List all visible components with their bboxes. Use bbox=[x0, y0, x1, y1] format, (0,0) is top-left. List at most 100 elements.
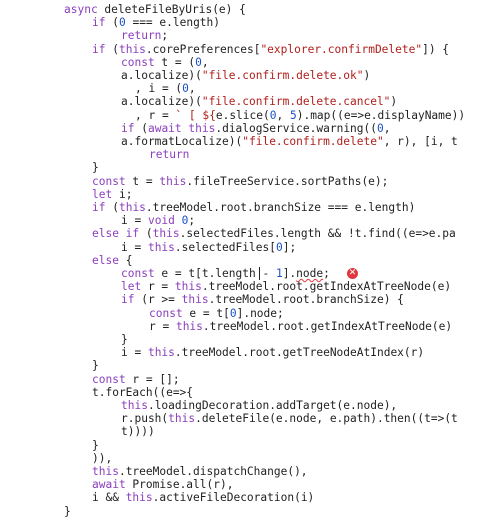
code-line[interactable]: a.formatLocalize)("file.confirm.delete",… bbox=[121, 135, 458, 148]
code-editor[interactable]: async deleteFileByUris(e) {if (0 === e.l… bbox=[0, 0, 484, 520]
code-line[interactable]: } bbox=[92, 439, 99, 452]
code-token: { bbox=[125, 253, 133, 267]
code-token: } bbox=[92, 161, 99, 175]
code-line[interactable]: } bbox=[92, 161, 99, 174]
code-line[interactable]: t)))) bbox=[121, 425, 155, 438]
code-token: 5 bbox=[289, 108, 297, 122]
code-line[interactable]: const t = this.fileTreeService.sortPaths… bbox=[92, 175, 388, 188]
code-line[interactable]: const t = (0, bbox=[121, 56, 209, 69]
code-token: ( bbox=[112, 201, 119, 214]
code-line[interactable]: else if (this.selectedFiles.length && !t… bbox=[92, 227, 456, 240]
code-token: , r = bbox=[135, 108, 176, 122]
code-token: "file.confirm.delete" bbox=[242, 135, 384, 148]
code-line[interactable]: i && this.activeFileDecoration(i) bbox=[92, 491, 314, 504]
code-line[interactable]: } bbox=[121, 333, 128, 346]
code-token: ` [ ${ bbox=[175, 108, 216, 122]
code-line[interactable]: i = this.treeModel.root.getTreeNodeAtInd… bbox=[121, 346, 424, 359]
code-token: async bbox=[64, 3, 105, 16]
code-token: (r >= bbox=[141, 293, 182, 307]
code-line[interactable]: if (0 === e.length) bbox=[92, 16, 220, 29]
code-token: this bbox=[92, 465, 119, 478]
error-x-icon[interactable]: ✕ bbox=[347, 268, 358, 279]
code-line[interactable]: } bbox=[92, 359, 99, 372]
code-token: 0 bbox=[275, 240, 283, 254]
code-token: i = bbox=[121, 346, 148, 360]
code-token: 0 bbox=[182, 82, 189, 96]
code-token: t = ( bbox=[161, 55, 196, 69]
code-token: void bbox=[147, 214, 182, 228]
code-line[interactable]: a.localize)("file.confirm.delete.cancel"… bbox=[121, 95, 397, 108]
code-line[interactable]: r.push(this.deleteFile(e.node, e.path).t… bbox=[121, 412, 458, 425]
code-line[interactable]: i = this.selectedFiles[0]; bbox=[121, 241, 296, 254]
code-line[interactable]: if (this.corePreferences["explorer.confi… bbox=[92, 43, 449, 56]
code-token: i = bbox=[121, 240, 148, 254]
code-token: ( bbox=[141, 121, 148, 135]
code-token: const bbox=[121, 55, 162, 69]
code-line[interactable]: else { bbox=[92, 254, 132, 267]
code-line[interactable]: return; bbox=[121, 29, 168, 42]
code-line[interactable]: this.loadingDecoration.addTarget(e.node)… bbox=[121, 399, 397, 412]
code-token: ; bbox=[161, 29, 169, 43]
code-token: this bbox=[174, 280, 202, 294]
code-token: const bbox=[121, 267, 162, 280]
code-token: if bbox=[92, 201, 113, 214]
code-token: let bbox=[121, 280, 148, 294]
code-line[interactable]: } bbox=[64, 505, 71, 518]
code-token: .dialogService.warning(( bbox=[215, 121, 377, 135]
code-token: return bbox=[149, 148, 190, 162]
code-token: 0 bbox=[118, 16, 126, 30]
code-line[interactable]: if (this.treeModel.root.branchSize === e… bbox=[92, 201, 415, 214]
code-token: .corePreferences[ bbox=[145, 42, 261, 56]
code-token: else if bbox=[92, 227, 146, 241]
code-token: i; bbox=[118, 187, 133, 201]
code-line[interactable]: r = this.treeModel.root.getIndexAtTreeNo… bbox=[149, 320, 452, 333]
code-line[interactable]: async deleteFileByUris(e) { bbox=[64, 3, 246, 16]
code-token: t.forEach((e=>{ bbox=[92, 385, 194, 399]
code-line[interactable]: const e = t[t.length - 1].node; bbox=[121, 267, 330, 280]
code-token: } bbox=[92, 438, 99, 452]
code-token: .treeModel.root.branchSize) { bbox=[208, 293, 404, 307]
code-line[interactable]: , i = (0, bbox=[135, 82, 196, 95]
code-token: this bbox=[118, 201, 146, 214]
code-token: else bbox=[92, 253, 126, 267]
code-line[interactable]: await Promise.all(r), bbox=[92, 478, 233, 491]
code-token: await bbox=[92, 478, 133, 492]
code-line[interactable]: i = void 0; bbox=[121, 214, 195, 227]
code-line[interactable]: , r = ` [ ${e.slice(0, 5).map((e=>e.disp… bbox=[135, 109, 465, 122]
code-token: if bbox=[121, 293, 142, 307]
code-token: if bbox=[121, 121, 142, 135]
code-line[interactable]: t.forEach((e=>{ bbox=[92, 386, 193, 399]
code-token: this bbox=[175, 319, 203, 333]
code-token: .loadingDecoration.addTarget(e.node), bbox=[147, 399, 398, 412]
code-token: if bbox=[92, 42, 113, 56]
code-token: this bbox=[181, 293, 209, 307]
code-token: .activeFileDecoration(i) bbox=[152, 491, 315, 505]
code-line[interactable]: let i; bbox=[92, 188, 132, 201]
code-token: return bbox=[121, 29, 162, 43]
code-token: a.localize)( bbox=[121, 95, 202, 109]
code-token: .deleteFile(e.node, e.path).then((t=>(t bbox=[195, 412, 458, 426]
code-line[interactable]: return bbox=[149, 148, 189, 161]
code-line[interactable]: this.treeModel.dispatchChange(), bbox=[92, 465, 308, 478]
code-line[interactable]: )), bbox=[92, 452, 112, 465]
code-token: ) bbox=[390, 95, 398, 109]
code-token: .selectedFiles.length && !t.find((e=>e.p… bbox=[179, 227, 456, 241]
code-token: node bbox=[296, 267, 324, 280]
code-line[interactable]: a.localize)("file.confirm.delete.ok") bbox=[121, 69, 370, 82]
code-line[interactable]: const r = []; bbox=[92, 373, 180, 386]
code-line[interactable]: if (await this.dialogService.warning((0, bbox=[121, 122, 391, 135]
code-token: .selectedFiles[ bbox=[174, 240, 276, 254]
code-token: i && bbox=[92, 491, 126, 505]
code-token: const bbox=[92, 174, 133, 188]
code-token: gth - bbox=[235, 267, 276, 280]
code-token: r.push( bbox=[121, 412, 169, 426]
code-token: this bbox=[147, 240, 175, 254]
code-token: ; bbox=[323, 267, 330, 280]
code-token: let bbox=[92, 187, 119, 201]
code-token: , i = ( bbox=[135, 82, 183, 96]
code-token: Promise.all(r), bbox=[132, 478, 234, 492]
code-line[interactable]: if (r >= this.treeModel.root.branchSize)… bbox=[121, 293, 404, 306]
code-line[interactable]: const e = t[0].node; bbox=[149, 307, 284, 320]
code-line[interactable]: let r = this.treeModel.root.getIndexAtTr… bbox=[121, 280, 451, 293]
code-token: , bbox=[383, 121, 391, 135]
